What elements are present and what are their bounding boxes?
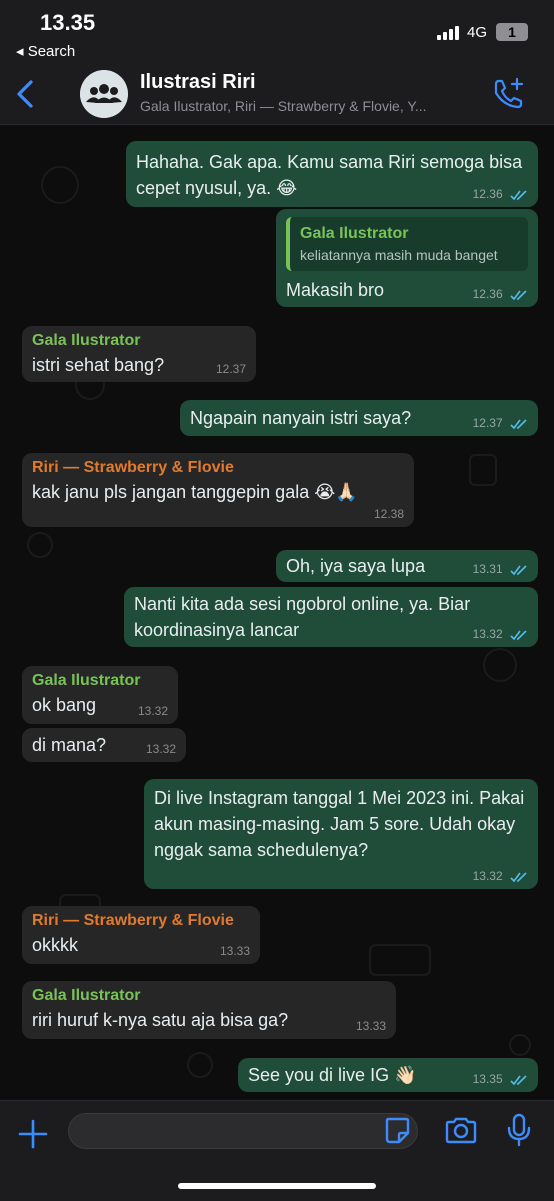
message-meta: 13.32 — [473, 627, 528, 641]
signal-strength-icon — [437, 24, 463, 40]
message-text: kak janu pls jangan tanggepin gala 😭🙏🏻 — [32, 482, 358, 502]
read-receipt-icon — [510, 630, 527, 641]
message-time: 12.37 — [215, 362, 246, 376]
add-call-icon[interactable] — [490, 76, 526, 112]
network-type: 4G — [467, 24, 488, 41]
status-bar: 13.35 ◂ Search 4G 1 — [0, 0, 554, 64]
message-sender[interactable]: Gala Ilustrator — [32, 330, 246, 352]
quoted-message[interactable]: Gala Ilustrator keliatannya masih muda b… — [286, 217, 528, 271]
message-composer — [0, 1100, 554, 1201]
message-bubble-outgoing[interactable]: Ngapain nanyain istri saya? 12.37 — [180, 400, 538, 436]
message-meta: 12.38 — [374, 507, 404, 521]
message-bubble-outgoing[interactable]: Nanti kita ada sesi ngobrol online, ya. … — [124, 587, 538, 647]
chevron-left-icon[interactable] — [14, 78, 38, 110]
read-receipt-icon — [510, 419, 527, 430]
back-to-search-link[interactable]: ◂ Search — [16, 42, 75, 60]
message-time: 13.33 — [355, 1019, 386, 1033]
message-bubble-outgoing[interactable]: Hahaha. Gak apa. Kamu sama Riri semoga b… — [126, 141, 538, 207]
message-input[interactable] — [68, 1113, 418, 1149]
message-bubble-incoming[interactable]: Gala Ilustrator riri huruf k-nya satu aj… — [22, 981, 396, 1039]
message-time: 12.38 — [373, 507, 404, 521]
chat-participants[interactable]: Gala Ilustrator, Riri — Strawberry & Flo… — [140, 98, 480, 114]
sticker-icon[interactable] — [383, 1115, 411, 1145]
quoted-text: keliatannya masih muda banget — [300, 247, 498, 263]
message-meta: 13.31 — [473, 562, 528, 576]
message-time: 12.36 — [472, 287, 503, 301]
message-time: 13.31 — [472, 562, 503, 576]
message-bubble-outgoing-reply[interactable]: Gala Ilustrator keliatannya masih muda b… — [276, 209, 538, 307]
message-meta: 13.33 — [356, 1019, 386, 1033]
message-bubble-outgoing[interactable]: Di live Instagram tanggal 1 Mei 2023 ini… — [144, 779, 538, 889]
message-bubble-outgoing[interactable]: Oh, iya saya lupa 13.31 — [276, 550, 538, 582]
message-bubble-incoming[interactable]: Riri — Strawberry & Flovie okkkk 13.33 — [22, 906, 260, 964]
message-time: 12.37 — [472, 416, 503, 430]
message-time: 13.32 — [137, 704, 168, 718]
message-meta: 12.36 — [473, 187, 528, 201]
message-meta: 13.32 — [146, 742, 176, 756]
message-sender[interactable]: Gala Ilustrator — [32, 985, 386, 1007]
message-time: 13.32 — [472, 869, 503, 883]
message-meta: 13.32 — [473, 869, 528, 883]
message-meta: 12.37 — [473, 416, 528, 430]
camera-icon[interactable] — [444, 1115, 478, 1145]
message-text: okkkk — [32, 935, 79, 955]
message-sender[interactable]: Riri — Strawberry & Flovie — [32, 910, 250, 932]
read-receipt-icon — [510, 565, 527, 576]
message-meta: 13.35 — [473, 1072, 528, 1086]
chat-title[interactable]: Ilustrasi Riri — [140, 71, 256, 94]
message-bubble-incoming[interactable]: Gala Ilustrator ok bang 13.32 — [22, 666, 178, 724]
message-meta: 13.33 — [220, 944, 250, 958]
microphone-icon[interactable] — [506, 1113, 532, 1147]
message-time: 13.33 — [219, 944, 250, 958]
message-time: 13.32 — [145, 742, 176, 756]
message-bubble-outgoing[interactable]: See you di live IG 👋🏻 13.35 — [238, 1058, 538, 1092]
message-text: istri sehat bang? — [32, 355, 165, 375]
message-time: 13.32 — [472, 627, 503, 641]
chat-message-list[interactable]: Hahaha. Gak apa. Kamu sama Riri semoga b… — [0, 125, 554, 1100]
read-receipt-icon — [510, 872, 527, 883]
message-bubble-incoming[interactable]: di mana? 13.32 — [22, 728, 186, 762]
message-text: Nanti kita ada sesi ngobrol online, ya. … — [134, 594, 471, 640]
message-time: 12.36 — [472, 187, 503, 201]
message-meta: 12.36 — [473, 287, 528, 301]
message-text: Hahaha. Gak apa. Kamu sama Riri semoga b… — [136, 152, 523, 198]
message-bubble-incoming[interactable]: Riri — Strawberry & Flovie kak janu pls … — [22, 453, 414, 527]
status-time: 13.35 — [40, 10, 96, 35]
read-receipt-icon — [510, 190, 527, 201]
plus-icon[interactable] — [16, 1117, 50, 1151]
message-text: riri huruf k-nya satu aja bisa ga? — [32, 1010, 289, 1030]
quoted-sender: Gala Ilustrator — [300, 225, 409, 242]
message-sender[interactable]: Gala Ilustrator — [32, 670, 168, 692]
chat-header: Ilustrasi Riri Gala Ilustrator, Riri — S… — [0, 64, 554, 125]
message-bubble-incoming[interactable]: Gala Ilustrator istri sehat bang? 12.37 — [22, 326, 256, 382]
message-sender[interactable]: Riri — Strawberry & Flovie — [32, 457, 404, 479]
read-receipt-icon — [510, 1075, 527, 1086]
message-time: 13.35 — [472, 1072, 503, 1086]
message-meta: 12.37 — [216, 362, 246, 376]
battery-indicator: 1 — [496, 23, 528, 41]
group-avatar-icon[interactable] — [80, 70, 128, 118]
home-indicator — [178, 1183, 376, 1189]
message-text: Di live Instagram tanggal 1 Mei 2023 ini… — [154, 788, 525, 860]
read-receipt-icon — [510, 290, 527, 301]
message-meta: 13.32 — [138, 704, 168, 718]
